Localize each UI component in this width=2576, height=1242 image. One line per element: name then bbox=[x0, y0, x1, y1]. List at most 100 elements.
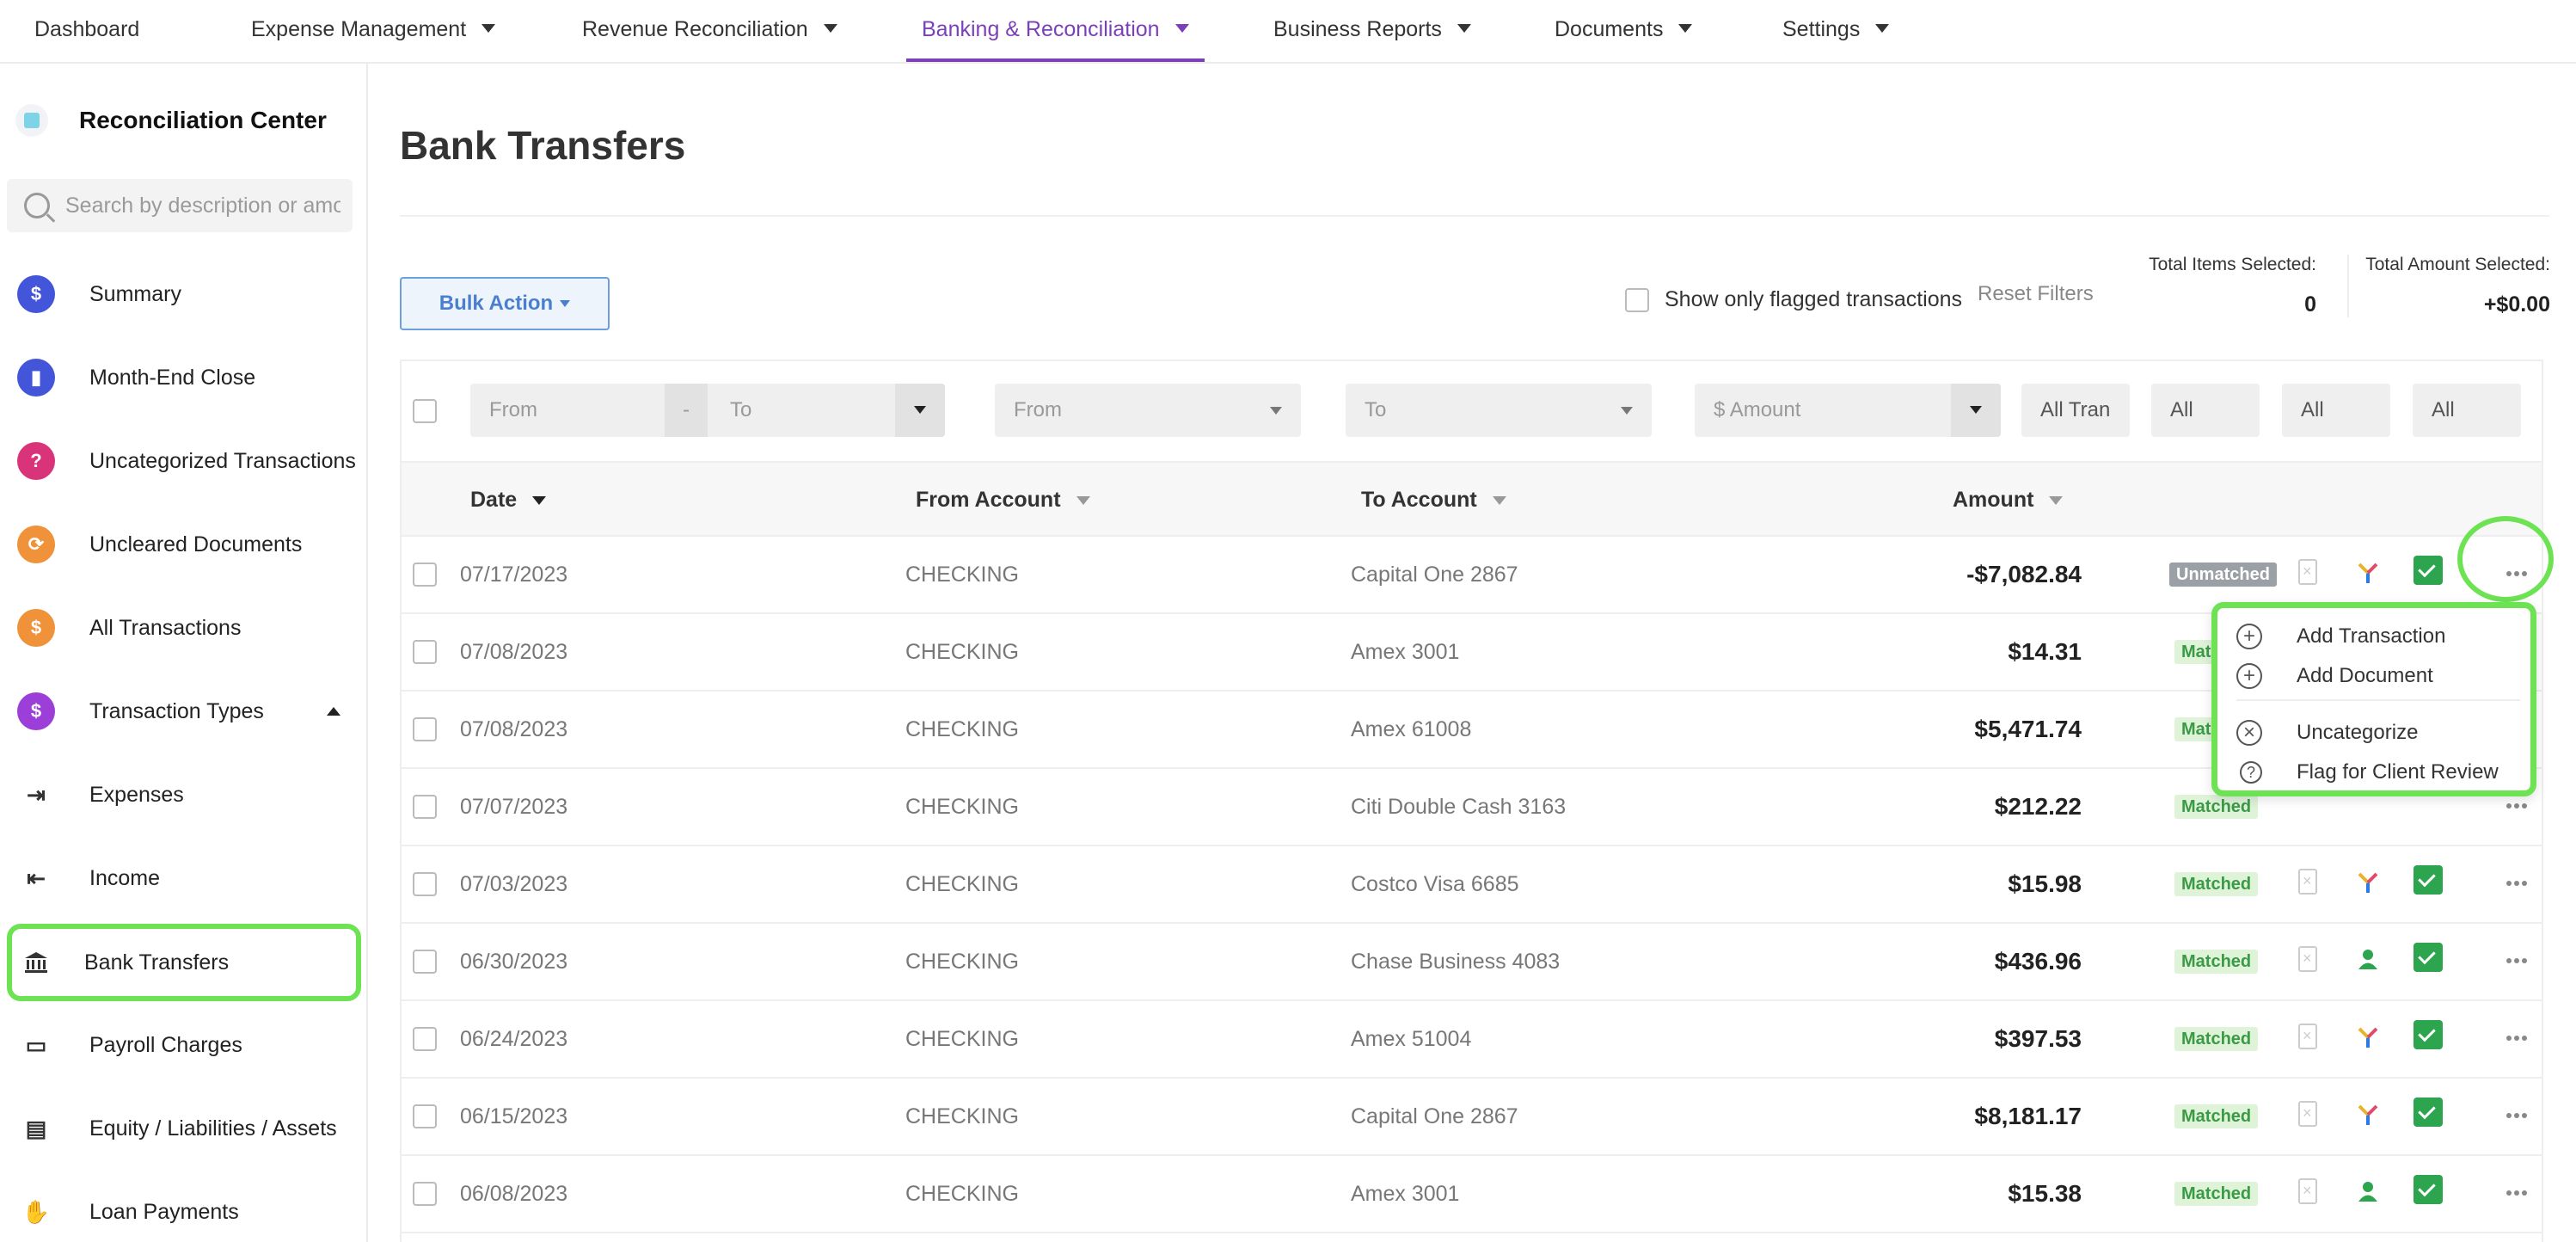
document-icon[interactable] bbox=[2298, 1178, 2317, 1204]
nav-expense-management[interactable]: Expense Management bbox=[251, 0, 496, 62]
row-from-account: CHECKING bbox=[905, 950, 1019, 974]
transactions-table: From - To From To $ Amount All Tran All … bbox=[400, 360, 2543, 1242]
sidebar-item-bank-transfers[interactable]: Bank Transfers bbox=[7, 924, 361, 1001]
page-title: Bank Transfers bbox=[400, 123, 686, 168]
row-to-account: Capital One 2867 bbox=[1351, 563, 1518, 587]
nav-business-reports[interactable]: Business Reports bbox=[1273, 0, 1471, 62]
document-icon[interactable] bbox=[2298, 1024, 2317, 1049]
chevron-up-icon[interactable] bbox=[327, 707, 340, 716]
sidebar-item-uncategorized[interactable]: ? Uncategorized Transactions bbox=[7, 425, 361, 497]
row-to-account: Chase Business 4083 bbox=[1351, 950, 1561, 974]
menu-uncategorize[interactable]: × Uncategorize bbox=[2236, 714, 2418, 752]
more-options-icon[interactable] bbox=[2506, 881, 2527, 888]
flagged-filter[interactable]: Show only flagged transactions bbox=[1625, 287, 1962, 312]
more-options-highlight bbox=[2457, 516, 2554, 602]
row-checkbox[interactable] bbox=[413, 1027, 437, 1051]
more-options-icon[interactable] bbox=[2506, 958, 2527, 965]
reviewed-check-icon[interactable] bbox=[2413, 1098, 2443, 1127]
table-row[interactable]: 06/30/2023 CHECKING Chase Business 4083 … bbox=[402, 924, 2542, 1001]
status-filter-3[interactable]: All bbox=[2413, 384, 2521, 437]
status-filter-value: All bbox=[2432, 398, 2455, 421]
question-icon: ? bbox=[17, 442, 55, 480]
total-amount-selected: Total Amount Selected: +$0.00 bbox=[2347, 255, 2550, 317]
sidebar-item-expenses[interactable]: ⇥ Expenses bbox=[7, 759, 361, 831]
sidebar-item-transaction-types[interactable]: $ Transaction Types bbox=[7, 675, 361, 747]
amount-filter[interactable]: $ Amount bbox=[1695, 384, 2001, 437]
more-options-icon[interactable] bbox=[2506, 1036, 2527, 1042]
from-account-value: From bbox=[1014, 398, 1062, 421]
status-filter-1[interactable]: All bbox=[2151, 384, 2260, 437]
row-checkbox[interactable] bbox=[413, 872, 437, 896]
table-row[interactable]: 06/08/2023 CHECKING Amex 3001 $15.38 Mat… bbox=[402, 1156, 2542, 1233]
amount-dropdown-button[interactable] bbox=[1951, 384, 2001, 437]
reviewed-check-icon[interactable] bbox=[2413, 1020, 2443, 1049]
nav-documents[interactable]: Documents bbox=[1555, 0, 1693, 62]
menu-add-transaction[interactable]: + Add Transaction bbox=[2236, 618, 2445, 655]
reviewed-check-icon[interactable] bbox=[2413, 943, 2443, 972]
select-all-checkbox[interactable] bbox=[413, 399, 437, 423]
reset-filters-link[interactable]: Reset Filters bbox=[1978, 282, 2094, 306]
table-row[interactable]: 06/24/2023 CHECKING Amex 51004 $397.53 M… bbox=[402, 1001, 2542, 1079]
row-checkbox[interactable] bbox=[413, 950, 437, 974]
sidebar-item-loan-payments[interactable]: ✋ Loan Payments bbox=[7, 1176, 361, 1242]
sidebar-item-uncleared-documents[interactable]: ⟳ Uncleared Documents bbox=[7, 508, 361, 581]
sidebar-item-month-end-close[interactable]: ▮ Month-End Close bbox=[7, 341, 361, 414]
search-box[interactable] bbox=[7, 179, 353, 232]
row-date: 07/08/2023 bbox=[460, 640, 568, 664]
date-from-input[interactable]: From bbox=[489, 398, 537, 422]
more-options-icon[interactable] bbox=[2506, 1113, 2527, 1120]
status-filter-2[interactable]: All bbox=[2282, 384, 2390, 437]
sidebar-item-equity[interactable]: ▤ Equity / Liabilities / Assets bbox=[7, 1092, 361, 1165]
document-icon[interactable] bbox=[2298, 559, 2317, 585]
reviewed-check-icon[interactable] bbox=[2413, 865, 2443, 895]
nav-dashboard[interactable]: Dashboard bbox=[34, 0, 139, 62]
table-row[interactable]: 07/03/2023 CHECKING Costco Visa 6685 $15… bbox=[402, 846, 2542, 924]
reviewed-check-icon[interactable] bbox=[2413, 1175, 2443, 1204]
row-amount: $397.53 bbox=[1994, 1025, 2082, 1052]
from-account-filter[interactable]: From bbox=[995, 384, 1301, 437]
from-account-column-header[interactable]: From Account bbox=[916, 463, 1090, 537]
date-column-header[interactable]: Date bbox=[470, 463, 547, 537]
amount-column-header[interactable]: Amount bbox=[1953, 463, 2064, 537]
table-row[interactable]: 06/15/2023 CHECKING Capital One 2867 $8,… bbox=[402, 1079, 2542, 1156]
date-dropdown-button[interactable] bbox=[895, 384, 945, 437]
bulk-action-button[interactable]: Bulk Action bbox=[400, 277, 610, 330]
nav-banking-reconciliation[interactable]: Banking & Reconciliation bbox=[906, 0, 1205, 62]
type-filter[interactable]: All Tran bbox=[2021, 384, 2130, 437]
row-checkbox[interactable] bbox=[413, 563, 437, 587]
row-checkbox[interactable] bbox=[413, 1104, 437, 1128]
menu-add-document[interactable]: + Add Document bbox=[2236, 657, 2433, 695]
chevron-down-icon bbox=[823, 24, 837, 34]
row-actions-menu: + Add Transaction + Add Document × Uncat… bbox=[2211, 602, 2536, 796]
sort-icon bbox=[2049, 496, 2064, 506]
row-to-account: Amex 61008 bbox=[1351, 717, 1472, 741]
document-icon[interactable] bbox=[2298, 946, 2317, 972]
document-icon[interactable] bbox=[2298, 1101, 2317, 1127]
sidebar-item-income[interactable]: ⇤ Income bbox=[7, 842, 361, 914]
row-checkbox[interactable] bbox=[413, 795, 437, 819]
to-account-column-header[interactable]: To Account bbox=[1361, 463, 1506, 537]
date-to-input[interactable]: To bbox=[730, 398, 751, 422]
row-date: 07/17/2023 bbox=[460, 563, 568, 587]
loan-icon: ✋ bbox=[21, 1198, 51, 1225]
sidebar-item-summary[interactable]: $ Summary bbox=[7, 258, 361, 330]
search-input[interactable] bbox=[65, 193, 340, 218]
row-amount: $212.22 bbox=[1994, 793, 2082, 820]
more-options-icon[interactable] bbox=[2506, 1190, 2527, 1197]
more-options-icon[interactable] bbox=[2506, 803, 2527, 810]
reviewed-check-icon[interactable] bbox=[2413, 556, 2443, 585]
sidebar-item-payroll-charges[interactable]: ▭ Payroll Charges bbox=[7, 1009, 361, 1081]
chevron-down-icon bbox=[1457, 24, 1471, 34]
flagged-checkbox[interactable] bbox=[1625, 287, 1649, 312]
sidebar-item-all-transactions[interactable]: $ All Transactions bbox=[7, 592, 361, 664]
nav-revenue-reconciliation[interactable]: Revenue Reconciliation bbox=[582, 0, 837, 62]
sort-icon bbox=[1076, 496, 1090, 506]
document-icon[interactable] bbox=[2298, 869, 2317, 895]
row-checkbox[interactable] bbox=[413, 1182, 437, 1206]
row-checkbox[interactable] bbox=[413, 717, 437, 741]
menu-flag-for-client-review[interactable]: ? Flag for Client Review bbox=[2236, 753, 2499, 791]
nav-settings[interactable]: Settings bbox=[1782, 0, 1890, 62]
total-items-selected: Total Items Selected: 0 bbox=[2098, 255, 2316, 317]
row-checkbox[interactable] bbox=[413, 640, 437, 664]
to-account-filter[interactable]: To bbox=[1346, 384, 1652, 437]
